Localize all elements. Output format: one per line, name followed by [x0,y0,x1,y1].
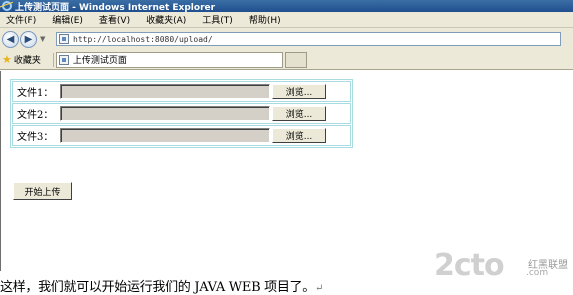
address-bar[interactable]: http://localhost:8080/upload/ [56,32,561,46]
tab-page-icon [58,54,69,65]
ie-logo-icon [2,1,12,11]
file-row-1: 文件1： 浏览... [12,81,351,102]
file-row-3: 文件3： 浏览... [12,125,351,146]
file-label-2: 文件2： [17,110,54,121]
watermark-logo: 2cto 红黑联盟 .com [434,248,573,295]
back-arrow-icon[interactable]: ◀ [2,30,19,48]
page-icon [59,34,69,44]
browse-button-1[interactable]: 浏览... [272,84,326,99]
history-dropdown-icon[interactable]: ▼ [40,35,48,43]
window-title: 上传测试页面 - Windows Internet Explorer [15,2,216,13]
file-row-2: 文件2： 浏览... [12,103,351,124]
browse-button-2[interactable]: 浏览... [272,106,326,121]
watermark-main: 2cto [434,248,505,283]
file-input-3[interactable] [60,128,270,143]
watermark-sub-com: .com [526,268,549,278]
file-input-2[interactable] [60,106,270,121]
menu-file[interactable]: 文件(F) [6,13,36,26]
new-tab-button[interactable] [284,51,307,68]
favorites-button-label[interactable]: 收藏夹 [14,53,41,66]
caption-sentence: 这样，我们就可以开始运行我们的 JAVA WEB 项目了。 [0,280,315,295]
file-label-3: 文件3： [17,132,54,143]
start-upload-button[interactable]: 开始上传 [13,182,72,200]
favorites-separator [52,52,54,67]
page-content: 文件1： 浏览... 文件2： 浏览... 文件3： 浏览... 开始上传 [0,71,573,271]
favorites-bar: ★ 收藏夹 上传测试页面 [0,50,573,70]
tab-title[interactable]: 上传测试页面 [73,53,127,66]
file-input-1[interactable] [60,84,270,99]
browse-button-3[interactable]: 浏览... [272,128,326,143]
menu-bar: 文件(F) 编辑(E) 查看(V) 收藏夹(A) 工具(T) 帮助(H) [0,12,573,28]
address-url[interactable]: http://localhost:8080/upload/ [73,35,213,44]
title-bar: 上传测试页面 - Windows Internet Explorer [0,0,573,13]
forward-arrow-icon[interactable]: ▶ [20,30,37,48]
caption-text: 这样，我们就可以开始运行我们的 JAVA WEB 项目了。↵ [0,276,323,295]
menu-view[interactable]: 查看(V) [99,13,130,26]
file-label-1: 文件1： [17,88,54,99]
upload-form-table: 文件1： 浏览... 文件2： 浏览... 文件3： 浏览... [10,79,353,148]
star-icon[interactable]: ★ [2,53,12,66]
menu-tools[interactable]: 工具(T) [202,13,233,26]
menu-help[interactable]: 帮助(H) [249,13,281,26]
address-toolbar: ◀ ▶ ▼ http://localhost:8080/upload/ [0,28,573,50]
menu-edit[interactable]: 编辑(E) [52,13,83,26]
tab-upload-page[interactable]: 上传测试页面 [55,51,283,68]
menu-favorites[interactable]: 收藏夹(A) [146,13,186,26]
return-mark: ↵ [314,283,324,294]
